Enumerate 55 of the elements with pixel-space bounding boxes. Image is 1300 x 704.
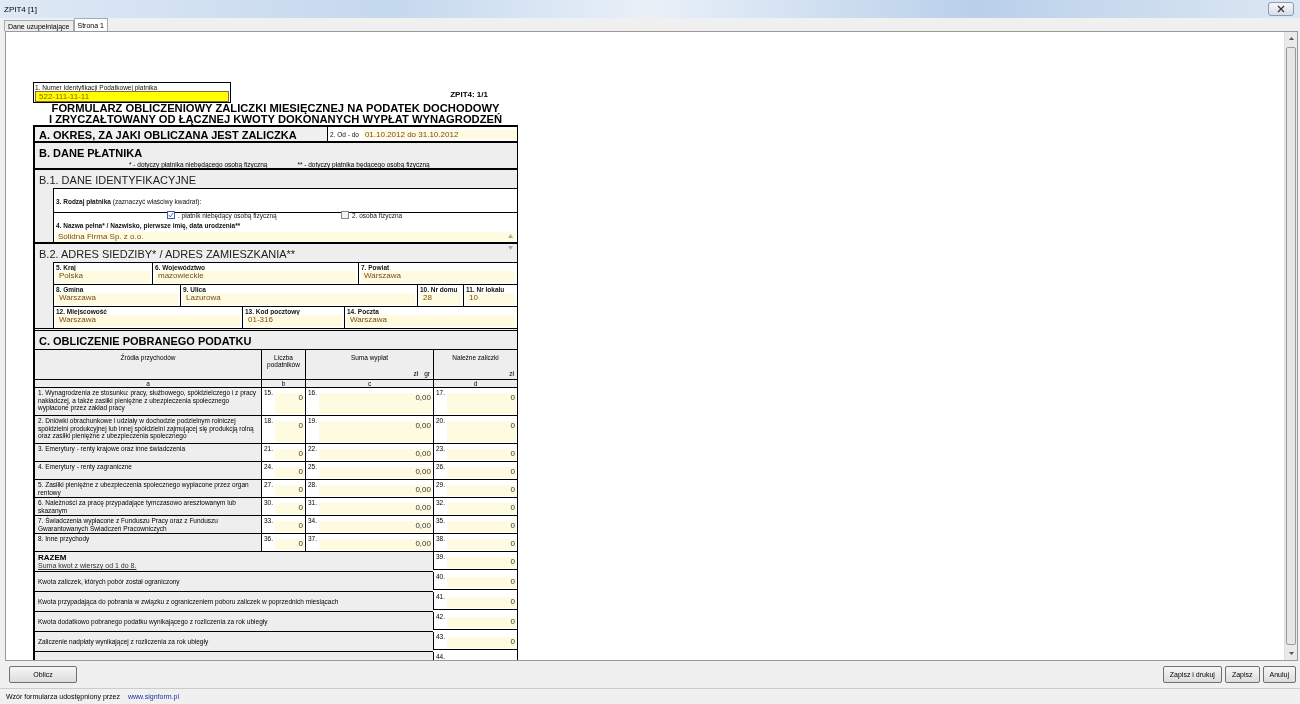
amount-field[interactable]: 0,00 (319, 393, 432, 414)
section-heading: B.1. DANE IDENTYFIKACYJNE (38, 174, 197, 186)
amount-field[interactable]: 0 (275, 421, 304, 442)
field-value[interactable]: mazowieckie (155, 271, 356, 283)
field-value[interactable]: Polska (56, 271, 150, 283)
close-icon (1276, 5, 1286, 13)
form-title: FORMULARZ OBLICZENIOWY ZALICZKI MIESIĘCZNEJ NA PODATEK DOCHODOWY (51, 103, 500, 114)
field-value: 522-111-11-11 (35, 91, 229, 102)
checkbox[interactable] (167, 211, 175, 219)
amount-field[interactable]: 0 (275, 449, 304, 460)
amount-field[interactable]: 0,00 (319, 467, 432, 478)
field-value: Solidna Firma Sp. z o.o. (58, 232, 144, 243)
amount-field[interactable]: 0 (447, 467, 516, 478)
amount-field[interactable]: 0 (447, 485, 516, 496)
amount-field[interactable]: 0 (447, 539, 516, 550)
field-value[interactable]: 10 (466, 293, 515, 305)
field-value[interactable]: 28 (420, 293, 461, 305)
amount-field[interactable]: 0 (275, 393, 304, 414)
checkbox[interactable] (341, 211, 349, 219)
form-code: ZPIT4: 1/1 (450, 90, 488, 99)
amount-field[interactable]: 0 (447, 557, 516, 568)
amount-field[interactable]: 0 (275, 539, 304, 550)
amount-field[interactable]: 0 (275, 467, 304, 478)
amount-field[interactable]: 0 (447, 637, 516, 648)
amount-field[interactable]: 0 (275, 503, 304, 514)
amount-field[interactable]: 0,00 (319, 485, 432, 496)
amount-field[interactable]: 0,00 (319, 503, 432, 514)
field-value[interactable]: 01-316 (245, 315, 342, 327)
field-value[interactable]: Warszawa (361, 271, 515, 283)
close-button[interactable] (1268, 2, 1294, 16)
row-label: RAZEM (38, 553, 68, 562)
section-heading: A. OKRES, ZA JAKI OBLICZANA JEST ZALICZKA (38, 128, 298, 141)
section-heading: C. OBLICZENIE POBRANEGO PODATKU (39, 335, 252, 347)
amount-field[interactable]: 0,00 (319, 521, 432, 532)
amount-field[interactable]: 0,00 (319, 539, 432, 550)
amount-field[interactable]: 0 (275, 521, 304, 532)
amount-field[interactable]: 0 (447, 449, 516, 460)
amount-field[interactable]: 0 (447, 503, 516, 514)
amount-field[interactable]: 0,00 (319, 421, 432, 442)
field-value[interactable]: Lazurowa (183, 293, 415, 305)
field-value[interactable]: Warszawa (56, 315, 240, 327)
field-value: 01.10.2012 do 31.10.2012 (362, 129, 517, 139)
amount-field[interactable]: 0 (275, 485, 304, 496)
amount-field[interactable]: 0 (447, 393, 516, 414)
section-heading: B. DANE PŁATNIKA (39, 147, 143, 159)
amount-field[interactable]: 0 (447, 421, 516, 442)
amount-field[interactable]: 0 (447, 597, 516, 608)
amount-field[interactable]: 0 (447, 617, 516, 628)
field-value[interactable]: Warszawa (56, 293, 178, 305)
form-title: I ZRYCZAŁTOWANY OD ŁĄCZNEJ KWOTY DOKONANYCH WYPŁAT WYNAGRODZEŃ (47, 114, 504, 125)
amount-field[interactable]: 0 (447, 521, 516, 532)
amount-field[interactable]: 0,00 (319, 449, 432, 460)
window-title: ZPIT4 [1] (4, 4, 37, 14)
field-value[interactable]: Warszawa (347, 315, 515, 327)
amount-field[interactable]: 0 (447, 577, 516, 588)
